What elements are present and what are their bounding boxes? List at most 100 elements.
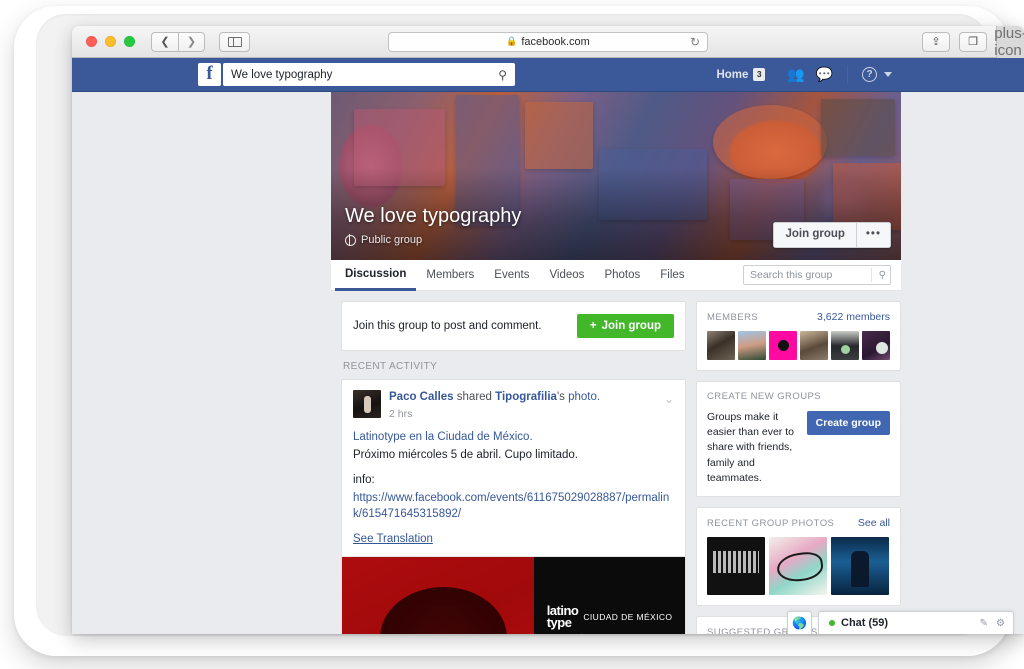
sidebar-column: MEMBERS 3,622 members CREATE NEW GROUPS …: [696, 301, 901, 634]
search-icon[interactable]: ⚲: [498, 68, 507, 82]
messenger-icon[interactable]: 💬: [816, 66, 833, 83]
nav-divider: [847, 65, 848, 84]
tab-events[interactable]: Events: [484, 260, 539, 291]
chat-actions: ✎ ⚙: [980, 618, 1005, 629]
avatar[interactable]: [353, 390, 381, 418]
facebook-navbar: f We love typography ⚲ Home 3 👥 💬 ?: [72, 58, 1024, 92]
sidebar-toggle-icon[interactable]: [219, 31, 250, 52]
event-date: MIÉRCOLES 5 DE ABRIL 2017: [574, 633, 644, 634]
main-column: Join this group to post and comment. + J…: [341, 301, 686, 634]
post-author-link[interactable]: Paco Calles: [389, 391, 454, 403]
create-groups-description: Groups make it easier than ever to share…: [707, 411, 794, 484]
post-header: Paco Calles shared Tipografilia's photo.…: [353, 390, 674, 420]
member-avatar[interactable]: [769, 331, 797, 360]
friend-requests-icon[interactable]: 👥: [787, 66, 804, 83]
device-screen: ❮ ❯ 🔒 facebook.com ↻ ⇪ ❐ plus-icon f We …: [36, 14, 1024, 636]
post-text-line1[interactable]: Latinotype en la Ciudad de México.: [353, 431, 533, 443]
tab-photos[interactable]: Photos: [594, 260, 650, 291]
group-photo-thumbnail[interactable]: [707, 537, 765, 596]
search-icon[interactable]: ⚲: [879, 270, 886, 281]
members-count-link[interactable]: 3,622 members: [817, 311, 890, 323]
see-translation-link[interactable]: See Translation: [353, 531, 674, 547]
forward-icon[interactable]: ❯: [178, 31, 205, 52]
post: ⌄ Paco Calles shared Tipografilia's phot…: [342, 380, 685, 547]
group-title: We love typography: [345, 205, 522, 227]
privacy-label: Public group: [361, 234, 423, 246]
facebook-logo-icon[interactable]: f: [198, 63, 221, 86]
post-target-suffix: 's: [556, 391, 565, 403]
more-options-button[interactable]: •••: [855, 222, 891, 248]
lock-icon: 🔒: [506, 36, 518, 46]
page-body: We love typography Public group Join gro…: [72, 92, 1024, 634]
members-card: MEMBERS 3,622 members: [696, 301, 901, 371]
show-tabs-icon[interactable]: ❐: [959, 31, 987, 52]
navigation-buttons: ❮ ❯: [151, 31, 205, 52]
search-value: We love typography: [231, 68, 333, 81]
url-text: facebook.com: [521, 35, 590, 48]
new-tab-button[interactable]: plus-icon: [994, 26, 1024, 59]
online-dot-icon: [829, 620, 835, 626]
home-badge: 3: [753, 68, 766, 81]
join-group-cta-button[interactable]: + Join group: [576, 314, 674, 338]
compose-icon[interactable]: ✎: [980, 618, 988, 629]
post-card: ⌄ Paco Calles shared Tipografilia's phot…: [341, 379, 686, 634]
chat-label: Chat (59): [841, 617, 889, 629]
tab-members[interactable]: Members: [416, 260, 484, 291]
globe-icon: [345, 234, 356, 246]
join-group-button[interactable]: Join group: [773, 222, 856, 248]
post-object-link[interactable]: photo.: [568, 391, 600, 403]
post-body: Latinotype en la Ciudad de México. Próxi…: [353, 429, 674, 548]
tab-files[interactable]: Files: [650, 260, 694, 291]
group-search-input[interactable]: Search this group ⚲: [743, 265, 891, 285]
post-image-portrait: [342, 557, 535, 634]
member-avatar[interactable]: [862, 331, 890, 360]
recent-photos-see-all-link[interactable]: See all: [858, 517, 890, 529]
member-avatars: [707, 331, 890, 360]
address-bar[interactable]: 🔒 facebook.com ↻: [388, 31, 708, 52]
post-image-brand-panel: latino type CIUDAD DE MÉXICO MIÉRCOLES 5…: [534, 557, 685, 634]
group-tabbar: Discussion Members Events Videos Photos …: [331, 260, 901, 291]
group-photo-thumbnail[interactable]: [769, 537, 827, 596]
back-icon[interactable]: ❮: [151, 31, 178, 52]
create-groups-card: CREATE NEW GROUPS Groups make it easier …: [696, 381, 901, 498]
group-page-content: We love typography Public group Join gro…: [331, 92, 901, 634]
share-icon[interactable]: ⇪: [922, 31, 950, 52]
nav-icons: 👥 💬: [787, 66, 833, 83]
chat-bar[interactable]: Chat (59) ✎ ⚙: [818, 611, 1014, 634]
latinotype-logo: latino type: [546, 602, 579, 630]
tab-videos[interactable]: Videos: [539, 260, 594, 291]
tab-discussion[interactable]: Discussion: [335, 260, 417, 291]
event-city: CIUDAD DE MÉXICO: [583, 611, 673, 622]
group-photo-thumbnail[interactable]: [831, 537, 889, 596]
reload-icon[interactable]: ↻: [690, 35, 700, 49]
post-url-link[interactable]: https://www.facebook.com/events/61167502…: [353, 492, 669, 520]
group-cover-photo[interactable]: We love typography Public group Join gro…: [331, 92, 901, 260]
globe-icon[interactable]: 🌎: [787, 611, 812, 634]
minimize-window-button[interactable]: [105, 36, 116, 47]
member-avatar[interactable]: [738, 331, 766, 360]
facebook-search-input[interactable]: We love typography ⚲: [223, 63, 515, 86]
create-group-button[interactable]: Create group: [806, 411, 890, 435]
post-timestamp[interactable]: 2 hrs: [389, 408, 674, 420]
home-label: Home: [716, 68, 749, 81]
nav-home-link[interactable]: Home 3: [716, 68, 766, 81]
maximize-window-button[interactable]: [124, 36, 135, 47]
device-shell: ❮ ❯ 🔒 facebook.com ↻ ⇪ ❐ plus-icon f We …: [14, 6, 1024, 656]
member-avatar[interactable]: [707, 331, 735, 360]
navbar-right: Home 3 👥 💬 ?: [716, 65, 892, 84]
gear-icon[interactable]: ⚙: [996, 618, 1005, 629]
chevron-down-icon[interactable]: [884, 72, 892, 77]
recent-photos-title: RECENT GROUP PHOTOS: [707, 518, 835, 530]
post-image[interactable]: latino type CIUDAD DE MÉXICO MIÉRCOLES 5…: [342, 556, 685, 634]
post-target-link[interactable]: Tipografilia: [495, 391, 557, 403]
recent-photos-card: RECENT GROUP PHOTOS See all: [696, 507, 901, 607]
window-controls: [86, 36, 135, 47]
member-avatar[interactable]: [831, 331, 859, 360]
post-menu-icon[interactable]: ⌄: [664, 392, 674, 406]
group-photo-thumbnails: [707, 537, 890, 596]
member-avatar[interactable]: [800, 331, 828, 360]
close-window-button[interactable]: [86, 36, 97, 47]
post-meta: Paco Calles shared Tipografilia's photo.…: [389, 390, 674, 420]
help-icon[interactable]: ?: [862, 67, 877, 82]
create-groups-title: CREATE NEW GROUPS: [707, 391, 822, 402]
